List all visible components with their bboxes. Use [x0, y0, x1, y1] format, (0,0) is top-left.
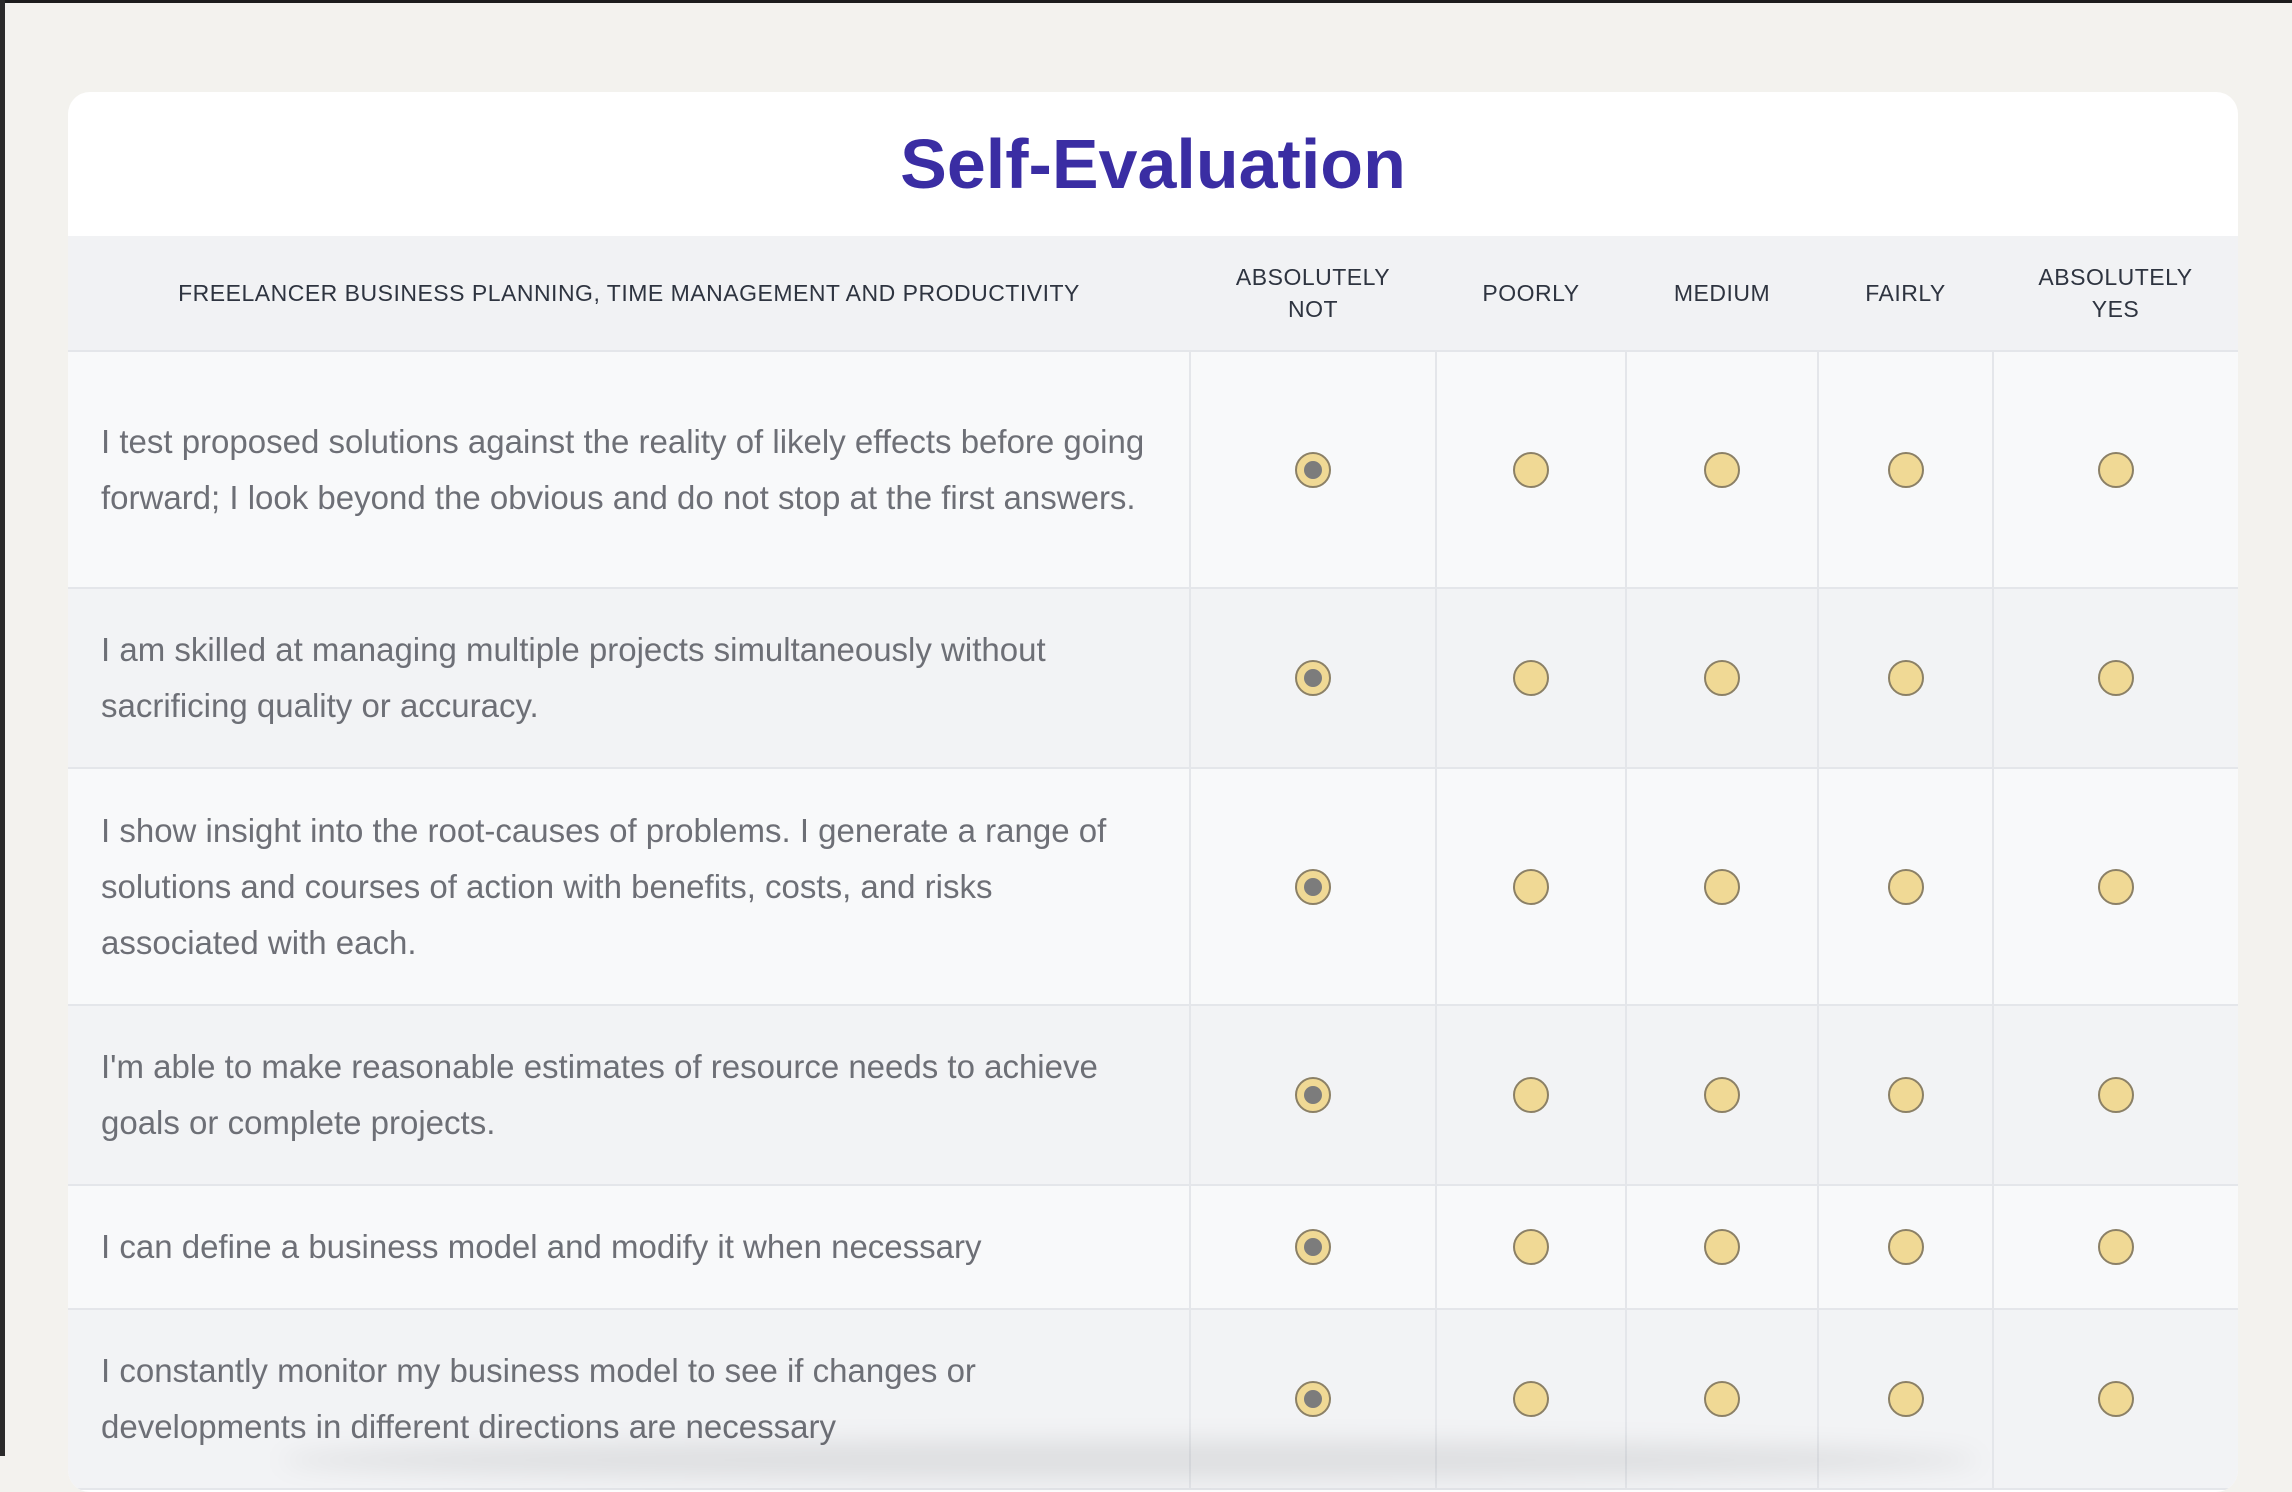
option-cell — [1818, 1005, 1994, 1186]
radio-medium[interactable] — [1704, 868, 1740, 905]
statement-text: I'm able to make reasonable estimates of… — [68, 1005, 1191, 1186]
fairly-header: FAIRLY — [1818, 236, 1993, 352]
option-cell — [1436, 768, 1627, 1006]
option-cell — [1993, 1309, 2238, 1490]
option-cell — [1818, 588, 1994, 769]
option-cell — [1818, 768, 1994, 1006]
radio-medium[interactable] — [1704, 451, 1740, 488]
radio-absolutely-not[interactable] — [1295, 1229, 1331, 1265]
radio-fairly[interactable] — [1887, 1229, 1924, 1265]
option-cell — [1626, 1185, 1819, 1310]
radio-poorly[interactable] — [1513, 1229, 1549, 1265]
radio-fairly[interactable] — [1887, 660, 1924, 696]
option-cell — [1190, 1185, 1437, 1310]
radio-absolutely-not[interactable] — [1295, 451, 1331, 488]
radio-poorly[interactable] — [1513, 1381, 1549, 1417]
option-cell — [1190, 588, 1437, 769]
radio-absolutely-yes[interactable] — [2098, 660, 2134, 696]
table-header-row: FREELANCER BUSINESS PLANNING, TIME MANAG… — [68, 236, 2238, 352]
option-cell — [1626, 588, 1819, 769]
window-top-edge — [0, 0, 2292, 3]
table-row: I am skilled at managing multiple projec… — [68, 588, 2238, 769]
table-row: I test proposed solutions against the re… — [68, 351, 2238, 589]
option-cell — [1993, 768, 2238, 1006]
option-cell — [1818, 1185, 1994, 1310]
radio-medium[interactable] — [1704, 1381, 1740, 1417]
radio-absolutely-yes[interactable] — [2098, 868, 2134, 905]
statement-text: I can define a business model and modify… — [68, 1185, 1191, 1310]
radio-absolutely-not[interactable] — [1295, 660, 1331, 696]
bottom-shadow — [280, 1440, 1980, 1480]
absolutely-yes-header-line2: YES — [2091, 296, 2140, 322]
radio-absolutely-not[interactable] — [1295, 868, 1331, 905]
statement-text: I show insight into the root-causes of p… — [68, 768, 1191, 1006]
option-cell — [1993, 1185, 2238, 1310]
evaluation-table: FREELANCER BUSINESS PLANNING, TIME MANAG… — [68, 236, 2238, 1490]
radio-poorly[interactable] — [1513, 451, 1549, 488]
radio-medium[interactable] — [1704, 1077, 1740, 1113]
radio-fairly[interactable] — [1887, 451, 1924, 488]
option-cell — [1436, 588, 1627, 769]
option-cell — [1190, 351, 1437, 589]
option-cell — [1993, 588, 2238, 769]
medium-header: MEDIUM — [1626, 236, 1818, 352]
absolutely-not-header: ABSOLUTELY NOT — [1190, 236, 1436, 352]
radio-absolutely-yes[interactable] — [2098, 1381, 2134, 1417]
option-cell — [1993, 1005, 2238, 1186]
radio-fairly[interactable] — [1887, 868, 1924, 905]
self-evaluation-card: Self-Evaluation FREELANCER BUSINESS PLAN… — [68, 92, 2238, 1492]
option-cell — [1818, 351, 1994, 589]
statement-text: I test proposed solutions against the re… — [68, 351, 1191, 589]
option-cell — [1190, 768, 1437, 1006]
radio-absolutely-not[interactable] — [1295, 1077, 1331, 1113]
page-title: Self-Evaluation — [900, 125, 1406, 203]
option-cell — [1436, 1005, 1627, 1186]
absolutely-yes-header: ABSOLUTELY YES — [1993, 236, 2238, 352]
option-cell — [1993, 351, 2238, 589]
option-cell — [1436, 351, 1627, 589]
option-cell — [1436, 1185, 1627, 1310]
poorly-header: POORLY — [1436, 236, 1626, 352]
radio-poorly[interactable] — [1513, 1077, 1549, 1113]
option-cell — [1626, 768, 1819, 1006]
radio-absolutely-yes[interactable] — [2098, 451, 2134, 488]
absolutely-not-header-line1: ABSOLUTELY — [1235, 264, 1391, 290]
radio-medium[interactable] — [1704, 660, 1740, 696]
radio-poorly[interactable] — [1513, 660, 1549, 696]
radio-absolutely-yes[interactable] — [2098, 1077, 2134, 1113]
category-header: FREELANCER BUSINESS PLANNING, TIME MANAG… — [68, 236, 1190, 352]
table-row: I show insight into the root-causes of p… — [68, 768, 2238, 1006]
radio-fairly[interactable] — [1887, 1077, 1924, 1113]
table-row: I'm able to make reasonable estimates of… — [68, 1005, 2238, 1186]
option-cell — [1626, 1005, 1819, 1186]
option-cell — [1190, 1005, 1437, 1186]
radio-poorly[interactable] — [1513, 868, 1549, 905]
radio-medium[interactable] — [1704, 1229, 1740, 1265]
radio-absolutely-yes[interactable] — [2098, 1229, 2134, 1265]
absolutely-not-header-line2: NOT — [1287, 296, 1339, 322]
option-cell — [1626, 351, 1819, 589]
window-left-edge — [0, 0, 5, 1456]
statement-text: I am skilled at managing multiple projec… — [68, 588, 1191, 769]
table-row: I can define a business model and modify… — [68, 1185, 2238, 1310]
radio-fairly[interactable] — [1887, 1381, 1924, 1417]
radio-absolutely-not[interactable] — [1295, 1381, 1331, 1417]
absolutely-yes-header-line1: ABSOLUTELY — [2038, 264, 2193, 290]
